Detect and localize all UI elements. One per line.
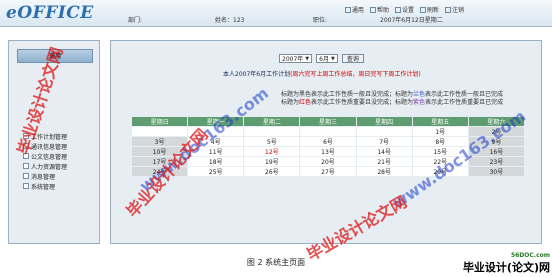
calendar-week-row: 1号 2号 bbox=[130, 126, 526, 137]
calendar-day-cell[interactable]: 17号 bbox=[130, 156, 189, 167]
calendar-week-row: 10号 11号 12号 13号 14号 15号 16号 bbox=[130, 146, 526, 157]
calendar-day-cell[interactable]: 13号 bbox=[299, 146, 357, 157]
sidebar-title: 通用 bbox=[17, 49, 93, 63]
calendar-day-cell[interactable]: 9号 bbox=[467, 136, 526, 147]
position-label: 职位: bbox=[313, 17, 328, 24]
plan-note: (周六完写上周工作总结，周日完写下周工作计划) bbox=[290, 71, 421, 78]
calendar-day-cell[interactable]: 30号 bbox=[467, 166, 526, 177]
calendar-day-cell[interactable]: 28号 bbox=[355, 166, 413, 177]
calendar-day-cell[interactable]: 2号 bbox=[467, 126, 526, 137]
help-icon bbox=[369, 6, 376, 13]
calendar-day-cell[interactable]: 1号 bbox=[411, 126, 469, 137]
toolbar-help[interactable]: 帮助 bbox=[369, 5, 389, 14]
calendar-empty-cell bbox=[243, 126, 301, 137]
toolbar-logout[interactable]: 注销 bbox=[444, 5, 464, 14]
weekday-header: 星期日 bbox=[130, 116, 189, 127]
sidebar-item-work-plan[interactable]: 工作计划管理 bbox=[23, 131, 67, 141]
logout-icon bbox=[444, 6, 451, 13]
folder-icon bbox=[23, 173, 29, 179]
calendar-header-row: 星期日 星期一 星期二 星期三 星期四 星期五 星期六 bbox=[130, 116, 526, 127]
site-badge: 56DOC.com 毕业设计(论文)网 bbox=[462, 252, 550, 275]
dept-label: 部门: bbox=[128, 17, 143, 24]
query-button[interactable]: 查询 bbox=[341, 54, 364, 63]
color-legend: 标题为黑色表示此工作性质一般且没完成；标题为兰色表示此工作性质一般且已完成 标题… bbox=[281, 91, 503, 107]
calendar-day-cell[interactable]: 25号 bbox=[187, 166, 245, 177]
calendar-day-cell[interactable]: 23号 bbox=[467, 156, 526, 167]
sidebar-item-hr[interactable]: 人力资源管理 bbox=[23, 161, 67, 171]
calendar-day-cell[interactable]: 18号 bbox=[187, 156, 245, 167]
sidebar: 通用 工作计划管理 通讯信息管理 公文信息管理 人力资源管理 消息管理 系统管理 bbox=[8, 40, 100, 244]
calendar-day-cell[interactable]: 29号 bbox=[411, 166, 469, 177]
calendar-day-cell[interactable]: 12号 bbox=[243, 146, 301, 157]
calendar-day-cell[interactable]: 16号 bbox=[467, 146, 526, 157]
calendar-empty-cell bbox=[355, 126, 413, 137]
main-panel: 2007年 ▼ 6月 ▼ 查询 本人2007年6月工作计划(周六完写上周工作总结，周… bbox=[110, 40, 542, 244]
calendar-day-cell[interactable]: 19号 bbox=[243, 156, 301, 167]
legend-line-2: 标题为红色表示此工作性质重要且没完成；标题为紫色表示此工作性质重要且已完成 bbox=[281, 99, 504, 106]
calendar-day-cell[interactable]: 6号 bbox=[299, 136, 357, 147]
calendar-day-cell[interactable]: 8号 bbox=[411, 136, 469, 147]
badge-site: 56DOC.com bbox=[510, 252, 550, 259]
sidebar-item-messages[interactable]: 消息管理 bbox=[23, 171, 67, 181]
calendar-day-cell[interactable]: 26号 bbox=[243, 166, 301, 177]
folder-icon bbox=[23, 143, 29, 149]
calendar-day-cell[interactable]: 7号 bbox=[355, 136, 413, 147]
toolbar-settings[interactable]: 设置 bbox=[394, 5, 414, 14]
toolbar-refresh[interactable]: 刷新 bbox=[419, 5, 439, 14]
calendar-day-cell[interactable]: 21号 bbox=[355, 156, 413, 167]
sidebar-menu: 工作计划管理 通讯信息管理 公文信息管理 人力资源管理 消息管理 系统管理 bbox=[23, 131, 67, 191]
weekday-header: 星期五 bbox=[411, 116, 469, 127]
calendar-day-cell[interactable]: 24号 bbox=[130, 166, 189, 177]
calendar-week-row: 3号 4号 5号 6号 7号 8号 9号 bbox=[130, 136, 526, 147]
calendar-empty-cell bbox=[187, 126, 245, 137]
plan-title: 本人2007年6月工作计划(周六完写上周工作总结，周日完写下周工作计划) bbox=[223, 71, 421, 78]
calendar-day-cell[interactable]: 4号 bbox=[187, 136, 245, 147]
settings-icon bbox=[394, 6, 401, 13]
weekday-header: 星期二 bbox=[243, 116, 301, 127]
calendar-week-row: 17号 18号 19号 20号 21号 22号 23号 bbox=[130, 156, 526, 167]
calendar-day-cell[interactable]: 27号 bbox=[299, 166, 357, 177]
calendar-empty-cell bbox=[299, 126, 357, 137]
toolbar-home[interactable]: 通用 bbox=[344, 5, 364, 14]
sidebar-item-system[interactable]: 系统管理 bbox=[23, 181, 67, 191]
calendar-day-cell[interactable]: 10号 bbox=[130, 146, 189, 157]
weekday-header: 星期三 bbox=[299, 116, 357, 127]
toolbar: 通用 帮助 设置 刷新 注销 bbox=[344, 5, 464, 14]
badge-text: 毕业设计(论文)网 bbox=[462, 261, 550, 274]
app-header: eOFFICE 部门: 姓名：123 职位: 2007年6月12日星期二 通用 … bbox=[0, 0, 552, 27]
folder-icon bbox=[23, 133, 29, 139]
chevron-down-icon: ▼ bbox=[305, 55, 310, 62]
calendar-day-cell[interactable]: 20号 bbox=[299, 156, 357, 167]
calendar-week-row: 24号 25号 26号 27号 28号 29号 30号 bbox=[130, 166, 526, 177]
user-name: 姓名：123 bbox=[215, 17, 245, 24]
calendar-day-cell[interactable]: 5号 bbox=[243, 136, 301, 147]
legend-line-1: 标题为黑色表示此工作性质一般且没完成；标题为兰色表示此工作性质一般且已完成 bbox=[281, 91, 504, 98]
calendar-table: 星期日 星期一 星期二 星期三 星期四 星期五 星期六 1号 2号 3号 4号 5号 6号… bbox=[130, 116, 526, 177]
sidebar-item-contacts[interactable]: 通讯信息管理 bbox=[23, 141, 67, 151]
date-controls: 2007年 ▼ 6月 ▼ 查询 bbox=[279, 54, 364, 63]
weekday-header: 星期一 bbox=[187, 116, 245, 127]
calendar-empty-cell bbox=[130, 126, 189, 137]
home-icon bbox=[344, 6, 351, 13]
calendar-day-cell[interactable]: 3号 bbox=[130, 136, 189, 147]
current-date: 2007年6月12日星期二 bbox=[380, 17, 443, 24]
calendar-day-cell[interactable]: 15号 bbox=[411, 146, 469, 157]
refresh-icon bbox=[419, 6, 426, 13]
weekday-header: 星期四 bbox=[355, 116, 413, 127]
chevron-down-icon: ▼ bbox=[330, 55, 335, 62]
folder-icon bbox=[23, 183, 29, 189]
app-logo: eOFFICE bbox=[6, 3, 94, 23]
sidebar-item-documents[interactable]: 公文信息管理 bbox=[23, 151, 67, 161]
folder-icon bbox=[23, 163, 29, 169]
year-select[interactable]: 2007年 ▼ bbox=[279, 54, 313, 63]
weekday-header: 星期六 bbox=[467, 116, 526, 127]
calendar-day-cell[interactable]: 22号 bbox=[411, 156, 469, 167]
calendar-day-cell[interactable]: 14号 bbox=[355, 146, 413, 157]
folder-icon bbox=[23, 153, 29, 159]
calendar-day-cell[interactable]: 11号 bbox=[187, 146, 245, 157]
month-select[interactable]: 6月 ▼ bbox=[316, 54, 338, 63]
